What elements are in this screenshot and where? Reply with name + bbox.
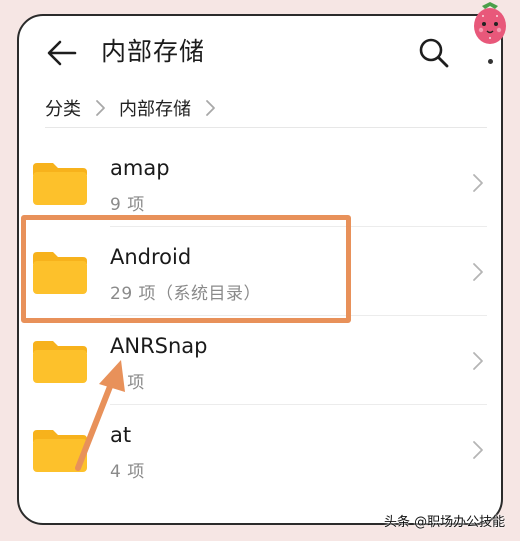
watermark: 头条 @职场办公技能 [384, 515, 506, 530]
folder-icon [33, 430, 87, 472]
file-meta: 9 项 [110, 195, 145, 215]
file-meta: 1 项 [110, 373, 145, 393]
breadcrumb: 分类 内部存储 [19, 90, 501, 126]
breadcrumb-item-internal-storage[interactable]: 内部存储 [119, 95, 191, 121]
file-name: amap [110, 156, 170, 180]
search-icon[interactable] [417, 36, 451, 70]
folder-icon [33, 341, 87, 383]
back-arrow-icon[interactable] [45, 36, 79, 70]
list-item[interactable]: ANRSnap 1 项 [19, 316, 501, 405]
folder-icon [33, 163, 87, 205]
more-menu-icon[interactable] [488, 59, 493, 64]
breadcrumb-item-category[interactable]: 分类 [45, 95, 81, 121]
file-meta: 4 项 [110, 462, 145, 482]
page-title: 内部存储 [101, 37, 206, 66]
chevron-right-icon [473, 352, 483, 370]
breadcrumb-divider [45, 127, 487, 128]
chevron-right-icon [473, 263, 483, 281]
list-item[interactable]: amap 9 项 [19, 138, 501, 227]
file-name: ANRSnap [110, 334, 208, 358]
chevron-right-icon [473, 441, 483, 459]
highlight-box-android [21, 215, 351, 323]
strawberry-mascot-icon [474, 2, 506, 44]
file-name: at [110, 423, 132, 447]
chevron-right-icon [96, 100, 105, 116]
list-item[interactable]: at 4 项 [19, 405, 501, 494]
chevron-right-icon [473, 174, 483, 192]
app-header: 内部存储 [19, 16, 501, 88]
chevron-right-icon [206, 100, 215, 116]
